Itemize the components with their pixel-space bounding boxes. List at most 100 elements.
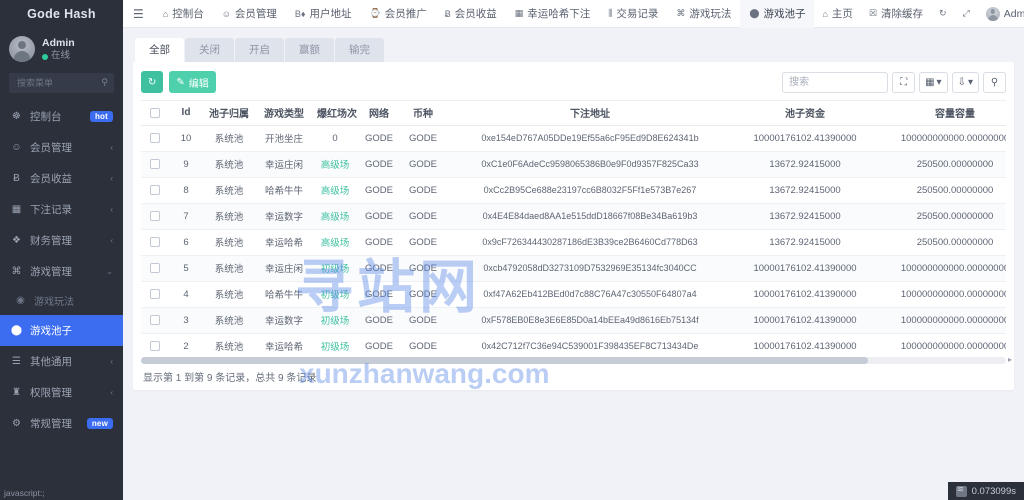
sidebar-item-label: 游戏玩法 bbox=[34, 297, 74, 309]
table-header-8: 池子资金 bbox=[735, 101, 875, 126]
sidebar-item-2[interactable]: Ƀ 会员收益 ‹ bbox=[0, 163, 123, 194]
table-row[interactable]: 9 系统池 幸运庄闲 高级场 GODE GODE 0xC1e0F6AdeCc95980653… bbox=[141, 151, 1006, 178]
sidebar-item-5[interactable]: ⌘ 游戏管理 ⌄ bbox=[0, 256, 123, 287]
table-header-4: 爆红场次 bbox=[313, 101, 357, 126]
table-row[interactable]: 3 系统池 幸运数字 初级场 GODE GODE 0xF578EB0E8e3E6E85D0a… bbox=[141, 307, 1006, 334]
edit-button[interactable]: ✎ 编辑 bbox=[169, 71, 216, 93]
table-row[interactable]: 6 系统池 幸运哈希 高级场 GODE GODE 0x9cF726344430287186d… bbox=[141, 229, 1006, 256]
select-all-checkbox[interactable] bbox=[150, 107, 160, 118]
js-link[interactable]: javascript:; bbox=[0, 486, 49, 500]
sidebar-item-9[interactable]: ♜ 权限管理 ‹ bbox=[0, 377, 123, 408]
sidebar-item-10[interactable]: ⚙ 常规管理 new bbox=[0, 408, 123, 439]
topbar-action-1[interactable]: ☒ 清除缓存 bbox=[861, 0, 931, 28]
row-checkbox[interactable] bbox=[150, 184, 160, 195]
filter-tab-1[interactable]: 关闭 bbox=[185, 38, 234, 62]
row-checkbox[interactable] bbox=[150, 132, 160, 143]
row-checkbox-cell[interactable] bbox=[141, 255, 169, 282]
filter-tab-0[interactable]: 全部 bbox=[135, 38, 184, 62]
topbar-action-3[interactable]: ⤢ bbox=[955, 0, 978, 28]
row-checkbox[interactable] bbox=[150, 340, 160, 351]
topbar-tab-4[interactable]: Ƀ 会员收益 bbox=[436, 0, 506, 28]
search-input[interactable] bbox=[782, 71, 889, 93]
refresh-button[interactable]: ↻ bbox=[141, 71, 164, 93]
table-scroll-container[interactable]: Id池子归属游戏类型爆红场次网络币种下注地址池子资金容量容量池子状态创建时间更新… bbox=[141, 100, 1006, 358]
brand-title: Gode Hash bbox=[0, 0, 123, 28]
table-row[interactable]: 7 系统池 幸运数字 高级场 GODE GODE 0x4E4E84daed8AA1e515d… bbox=[141, 203, 1006, 230]
cell-capacity: 100000000000.00000000 bbox=[875, 125, 1006, 152]
topbar-tab-3[interactable]: ⌚ 会员推广 bbox=[361, 0, 436, 28]
table-row[interactable]: 2 系统池 幸运哈希 初级场 GODE GODE 0x42C712f7C36e94C5390… bbox=[141, 333, 1006, 358]
chevron-left-icon: ‹ bbox=[110, 142, 113, 152]
address-icon: B♦ bbox=[294, 8, 306, 19]
cell-capacity: 250500.00000000 bbox=[875, 151, 1006, 178]
pool-icon: ⬤ bbox=[10, 324, 23, 336]
topbar-action-0[interactable]: ⌂ 主页 bbox=[814, 0, 860, 28]
topbar-tab-2[interactable]: B♦ 用户地址 bbox=[286, 0, 361, 28]
export-button[interactable]: ⇩ ▾ bbox=[951, 71, 979, 93]
scrollbar-thumb[interactable] bbox=[141, 357, 868, 364]
topbar-action-4[interactable]: Admin bbox=[978, 0, 1024, 28]
horizontal-scrollbar[interactable]: ▸ bbox=[141, 355, 1012, 364]
sidebar-item-3[interactable]: ▦ 下注记录 ‹ bbox=[0, 194, 123, 225]
sidebar-item-label: 会员管理 bbox=[30, 141, 72, 154]
cell-id: 8 bbox=[169, 177, 203, 204]
topbar-tab-7[interactable]: ⌘ 游戏玩法 bbox=[667, 0, 740, 28]
row-checkbox[interactable] bbox=[150, 288, 160, 299]
topbar-tab-0[interactable]: ⌂ 控制台 bbox=[154, 0, 213, 28]
topbar-tab-8[interactable]: ⬤ 游戏池子 bbox=[740, 0, 815, 28]
sidebar-item-8[interactable]: ☰ 其他通用 ‹ bbox=[0, 346, 123, 377]
sidebar-search[interactable]: ⚲ bbox=[9, 72, 114, 93]
scroll-right-arrow-icon[interactable]: ▸ bbox=[1008, 355, 1012, 364]
row-checkbox-cell[interactable] bbox=[141, 333, 169, 358]
table-row[interactable]: 4 系统池 哈希牛牛 初级场 GODE GODE 0xf47A62Eb412BEd0d7c8… bbox=[141, 281, 1006, 308]
row-checkbox[interactable] bbox=[150, 314, 160, 325]
filter-tab-3[interactable]: 赢额 bbox=[285, 38, 334, 62]
cell-coin: GODE bbox=[401, 177, 445, 204]
cell-funds: 13672.92415000 bbox=[735, 203, 875, 230]
filter-tab-2[interactable]: 开启 bbox=[235, 38, 284, 62]
sidebar-item-4[interactable]: ❖ 财务管理 ‹ bbox=[0, 225, 123, 256]
row-checkbox[interactable] bbox=[150, 236, 160, 247]
topbar-tab-5[interactable]: ▦ 幸运哈希下注 bbox=[506, 0, 600, 28]
topbar-tab-6[interactable]: ⫼ 交易记录 bbox=[599, 0, 667, 28]
row-checkbox-cell[interactable] bbox=[141, 125, 169, 152]
search-button[interactable]: ⚲ bbox=[983, 71, 1006, 93]
row-checkbox-cell[interactable] bbox=[141, 177, 169, 204]
sidebar-item-1[interactable]: ☺ 会员管理 ‹ bbox=[0, 132, 123, 163]
cell-owner: 系统池 bbox=[203, 229, 255, 256]
row-checkbox-cell[interactable] bbox=[141, 151, 169, 178]
topbar-tab-1[interactable]: ☺ 会员管理 bbox=[213, 0, 286, 28]
row-checkbox-cell[interactable] bbox=[141, 229, 169, 256]
columns-button[interactable]: ▦ ▾ bbox=[919, 71, 948, 93]
fullscreen-toggle-button[interactable]: ⛶ bbox=[892, 71, 916, 93]
sidebar-item-label: 控制台 bbox=[30, 110, 62, 123]
sidebar-item-7[interactable]: ⬤ 游戏池子 bbox=[0, 314, 123, 346]
cell-coin: GODE bbox=[401, 229, 445, 256]
sidebar-item-6[interactable]: ◉ 游戏玩法 bbox=[0, 287, 123, 315]
fullscreen-icon: ⛶ bbox=[900, 76, 908, 88]
gamepad-icon: ⌘ bbox=[676, 8, 686, 18]
row-checkbox[interactable] bbox=[150, 210, 160, 221]
table-header-row: Id池子归属游戏类型爆红场次网络币种下注地址池子资金容量容量池子状态创建时间更新… bbox=[141, 101, 1006, 126]
row-checkbox-cell[interactable] bbox=[141, 307, 169, 334]
table-row[interactable]: 10 系统池 开池坐庄 0 GODE GODE 0xe154eD767A05DDe19Ef5… bbox=[141, 125, 1006, 152]
hamburger-icon[interactable]: ☰ bbox=[131, 7, 154, 21]
row-checkbox[interactable] bbox=[150, 158, 160, 169]
cell-game-type: 幸运哈希 bbox=[255, 229, 313, 256]
table-toolbar: ↻ ✎ 编辑 ⛶ ▦▾ ⇩▾ ⚲ bbox=[141, 70, 1006, 94]
table-row[interactable]: 8 系统池 哈希牛牛 高级场 GODE GODE 0xCc2B95Ce688e23197cc… bbox=[141, 177, 1006, 204]
table-row[interactable]: 5 系统池 幸运庄闲 初级场 GODE GODE 0xcb4792058dD3273109D… bbox=[141, 255, 1006, 282]
topbar-action-2[interactable]: ↻ bbox=[931, 0, 955, 28]
cell-level: 高级场 bbox=[313, 177, 357, 204]
row-checkbox[interactable] bbox=[150, 262, 160, 273]
export-icon: ⇩ bbox=[957, 76, 966, 88]
cogs-icon: ⚙ bbox=[12, 417, 21, 429]
row-checkbox-cell[interactable] bbox=[141, 281, 169, 308]
filter-tab-4[interactable]: 输完 bbox=[335, 38, 384, 62]
sidebar-badge: new bbox=[86, 417, 113, 429]
sidebar-item-0[interactable]: ☸ 控制台 hot bbox=[0, 101, 123, 132]
sidebar-search-input[interactable] bbox=[15, 76, 102, 89]
select-all-header[interactable] bbox=[141, 101, 169, 126]
table-header-7: 下注地址 bbox=[445, 101, 735, 126]
row-checkbox-cell[interactable] bbox=[141, 203, 169, 230]
